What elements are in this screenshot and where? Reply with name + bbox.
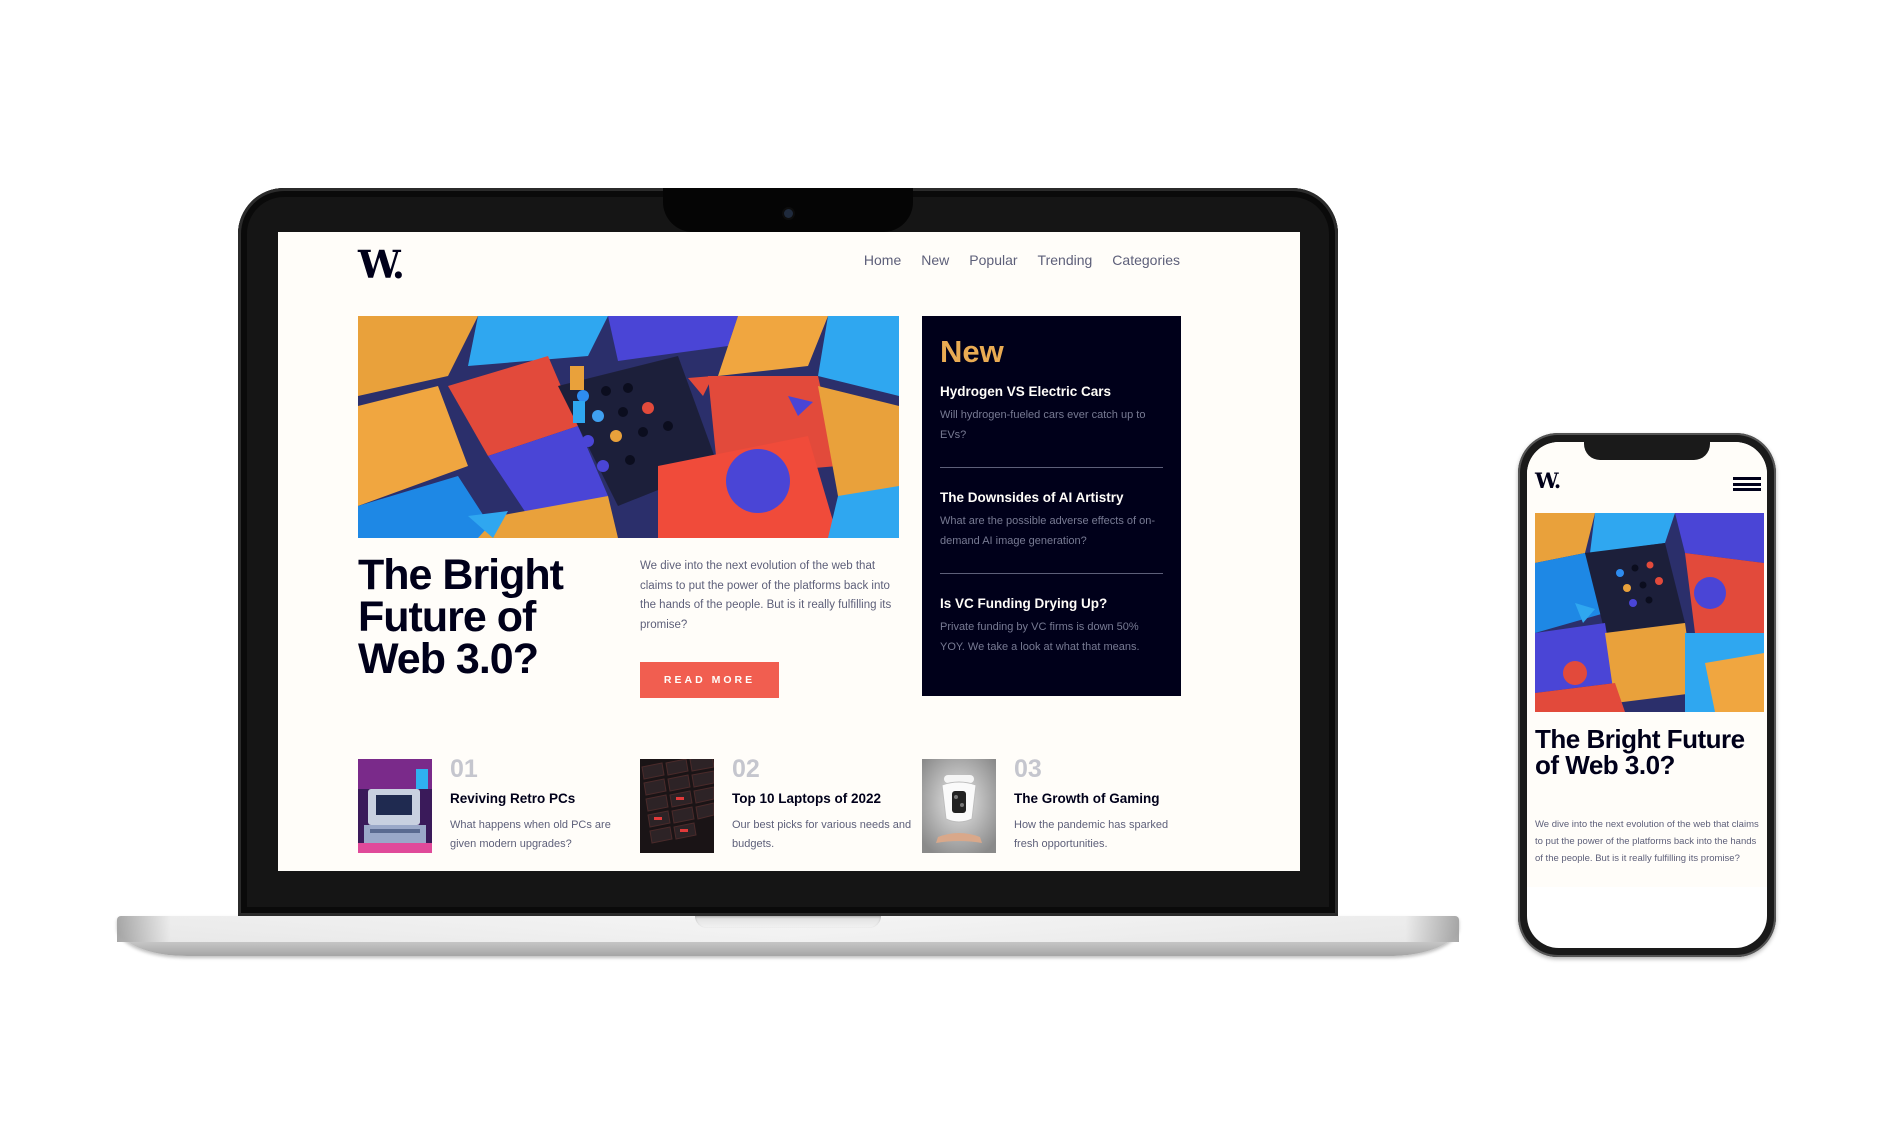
article-description: Our best picks for various needs and bud… — [732, 819, 912, 850]
mobile-site: W. The Bright Future of Web 3.0? We dive… — [1527, 442, 1767, 887]
game-controller-thumbnail — [922, 759, 996, 853]
new-item-title[interactable]: Is VC Funding Drying Up? — [940, 596, 1163, 611]
new-item: Hydrogen VS Electric Cars Will hydrogen-… — [940, 384, 1163, 468]
mobile-hero-description: We dive into the next evolution of the w… — [1535, 819, 1759, 864]
new-item: Is VC Funding Drying Up? Private funding… — [940, 596, 1163, 679]
new-articles-panel: New Hydrogen VS Electric Cars Will hydro… — [922, 316, 1181, 696]
article-number: 02 — [732, 755, 760, 783]
new-item: The Downsides of AI Artistry What are th… — [940, 490, 1163, 574]
article-description: How the pandemic has sparked fresh oppor… — [1014, 819, 1169, 850]
nav-home[interactable]: Home — [864, 252, 901, 268]
laptop-screen: W. Home New Popular Trending Categories — [278, 232, 1300, 871]
article-card[interactable]: 01 Reviving Retro PCs What happens when … — [358, 755, 618, 855]
mobile-hero-title: The Bright Future of Web 3.0? — [1535, 724, 1745, 780]
article-title[interactable]: Top 10 Laptops of 2022 — [732, 791, 881, 806]
nav-new[interactable]: New — [921, 252, 949, 268]
phone-screen: W. The Bright Future of Web 3.0? We dive… — [1527, 442, 1767, 948]
read-more-button[interactable]: READ MORE — [640, 662, 779, 698]
article-number: 01 — [450, 755, 478, 783]
new-panel-title: New — [940, 334, 1004, 369]
hero-title: The Bright Future of Web 3.0? — [358, 551, 564, 683]
nav-categories[interactable]: Categories — [1112, 252, 1180, 268]
laptop-keyboard-thumbnail — [640, 759, 714, 853]
webcam-icon — [784, 209, 793, 218]
hamburger-menu-icon[interactable] — [1733, 477, 1761, 491]
new-item-description: Will hydrogen-fueled cars ever catch up … — [940, 409, 1146, 441]
abstract-blocks-illustration — [1535, 513, 1764, 712]
new-item-description: What are the possible adverse effects of… — [940, 515, 1156, 547]
mobile-hero-image — [1535, 513, 1764, 712]
article-list: 01 Reviving Retro PCs What happens when … — [358, 755, 1182, 855]
nav-trending[interactable]: Trending — [1038, 252, 1093, 268]
nav-popular[interactable]: Popular — [969, 252, 1017, 268]
retro-pc-thumbnail — [358, 759, 432, 853]
new-item-title[interactable]: Hydrogen VS Electric Cars — [940, 384, 1163, 399]
hero-description: We dive into the next evolution of the w… — [640, 560, 892, 631]
article-number: 03 — [1014, 755, 1042, 783]
mobile-site-logo[interactable]: W. — [1535, 468, 1561, 493]
new-item-title[interactable]: The Downsides of AI Artistry — [940, 490, 1163, 505]
abstract-blocks-illustration — [358, 316, 899, 538]
hero-image — [358, 316, 899, 538]
article-title[interactable]: Reviving Retro PCs — [450, 791, 575, 806]
article-card[interactable]: 02 Top 10 Laptops of 2022 Our best picks… — [640, 755, 911, 855]
laptop-lid-groove — [695, 916, 881, 928]
article-card[interactable]: 03 The Growth of Gaming How the pandemic… — [922, 755, 1182, 855]
article-description: What happens when old PCs are given mode… — [450, 819, 611, 850]
main-nav: Home New Popular Trending Categories — [864, 252, 1180, 268]
phone-notch — [1584, 440, 1710, 460]
new-item-description: Private funding by VC firms is down 50% … — [940, 621, 1140, 653]
desktop-site: W. Home New Popular Trending Categories — [358, 232, 1182, 871]
site-logo[interactable]: W. — [358, 242, 405, 287]
article-title[interactable]: The Growth of Gaming — [1014, 791, 1160, 806]
